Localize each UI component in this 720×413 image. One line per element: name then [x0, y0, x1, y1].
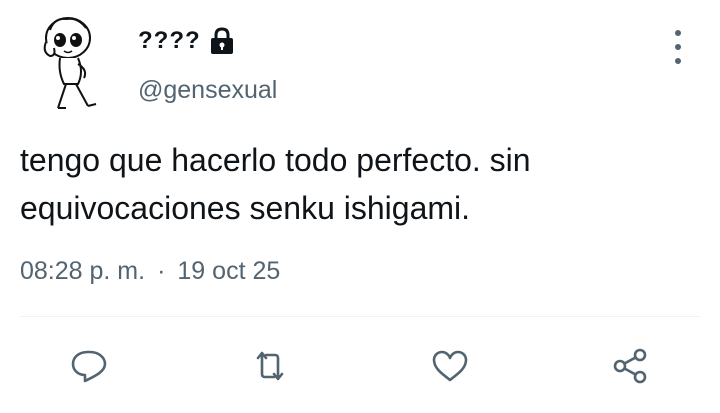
retweet-icon	[256, 351, 284, 381]
more-vertical-icon	[675, 30, 681, 36]
tweet-date[interactable]: 19 oct 25	[177, 257, 280, 286]
retweet-button[interactable]	[248, 344, 292, 388]
tweet-meta: 08:28 p. m. · 19 oct 25	[20, 257, 280, 286]
more-dot	[675, 44, 681, 50]
avatar-drawing	[43, 17, 97, 109]
heart-icon	[432, 350, 468, 382]
username-handle[interactable]: @gensexual	[138, 76, 277, 105]
meta-separator: ·	[157, 257, 166, 285]
avatar[interactable]	[38, 12, 106, 112]
tweet-time[interactable]: 08:28 p. m.	[20, 257, 145, 286]
more-options-button[interactable]	[664, 30, 692, 64]
share-button[interactable]	[608, 344, 652, 388]
tweet-text-line: equivocaciones senku ishigami.	[20, 190, 471, 226]
display-name-row[interactable]: ????	[138, 26, 235, 56]
reply-button[interactable]	[67, 344, 111, 388]
lock-icon	[209, 27, 235, 55]
reply-icon	[71, 350, 107, 383]
tweet-card: ???? @gensexual tengo que hacerlo todo p…	[0, 0, 720, 413]
tweet-text: tengo que hacerlo todo perfecto. sin equ…	[20, 136, 690, 232]
divider	[20, 316, 700, 317]
more-dot	[675, 58, 681, 64]
share-icon	[613, 348, 647, 384]
tweet-text-line: tengo que hacerlo todo perfecto. sin	[20, 142, 531, 178]
like-button[interactable]	[428, 344, 472, 388]
display-name[interactable]: ????	[138, 27, 201, 55]
